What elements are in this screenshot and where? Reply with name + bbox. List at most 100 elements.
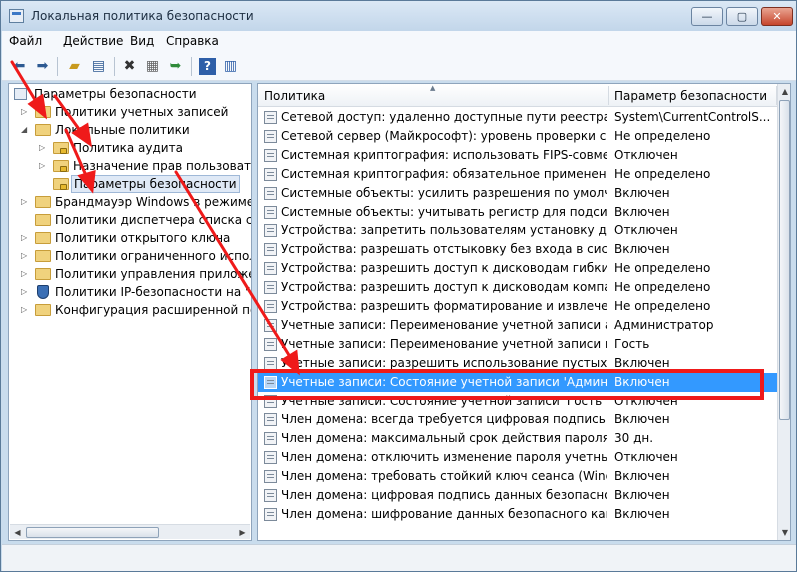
tree-item-audit-policy[interactable]: ▷ Политика аудита xyxy=(37,139,251,157)
policy-name: Системная криптография: использовать FIP… xyxy=(281,147,607,162)
policy-name: Устройства: разрешить доступ к дисковода… xyxy=(281,261,607,276)
expand-icon[interactable]: ▷ xyxy=(21,265,30,283)
minimize-button[interactable]: — xyxy=(691,7,723,26)
policy-row[interactable]: Учетные записи: Переименование учетной з… xyxy=(258,316,777,335)
scroll-down-icon[interactable]: ▼ xyxy=(778,525,790,540)
policy-name: Системные объекты: учитывать регистр для… xyxy=(281,204,607,219)
policy-row[interactable]: Член домена: максимальный срок действия … xyxy=(258,429,777,448)
policy-icon xyxy=(264,489,277,502)
policy-row[interactable]: Устройства: разрешать отстыковку без вхо… xyxy=(258,240,777,259)
tree-item-security-options[interactable]: Параметры безопасности xyxy=(53,175,251,193)
collapse-icon[interactable]: ◢ xyxy=(21,121,30,139)
tree-item-advanced-audit[interactable]: ▷ Конфигурация расширенной полити xyxy=(19,301,251,319)
policy-icon xyxy=(264,167,277,181)
title-bar[interactable]: Локальная политика безопасности — ▢ ✕ xyxy=(1,1,796,31)
scroll-thumb[interactable] xyxy=(779,100,790,420)
tree-item-software-restriction[interactable]: ▷ Политики ограниченного использо xyxy=(19,247,251,265)
expand-icon[interactable]: ▷ xyxy=(21,283,30,301)
policy-icon xyxy=(264,413,277,427)
tree-item-network-list[interactable]: Политики диспетчера списка сетей xyxy=(19,211,251,229)
policy-row[interactable]: Системные объекты: усилить разрешения по… xyxy=(258,184,777,203)
column-header: ▲ Политика Параметр безопасности xyxy=(258,84,777,107)
properties-icon[interactable]: ▦ xyxy=(144,58,161,75)
status-bar xyxy=(2,544,796,571)
policy-icon xyxy=(264,300,277,313)
tree-item-local-policies[interactable]: ◢ Локальные политики xyxy=(19,121,251,139)
policy-row[interactable]: Системные объекты: учитывать регистр для… xyxy=(258,203,777,222)
app-icon xyxy=(9,9,24,23)
expand-icon[interactable]: ▷ xyxy=(21,247,30,265)
up-folder-icon[interactable]: ▰ xyxy=(66,58,83,75)
policy-row[interactable]: Сетевой доступ: удаленно доступные пути … xyxy=(258,108,777,127)
menu-view[interactable]: Вид xyxy=(130,34,154,48)
policy-row[interactable]: Член домена: требовать стойкий ключ сеан… xyxy=(258,467,777,486)
folder-icon xyxy=(35,214,51,226)
policy-row[interactable]: Устройства: разрешить доступ к дисковода… xyxy=(258,278,777,297)
scroll-thumb[interactable] xyxy=(26,527,159,538)
column-policy[interactable]: Политика xyxy=(264,89,325,103)
tree-item-account-policies[interactable]: ▷ Политики учетных записей xyxy=(19,103,251,121)
policy-row[interactable]: Системная криптография: использовать FIP… xyxy=(258,146,777,165)
expand-icon[interactable]: ▷ xyxy=(21,193,30,211)
tree-item-label: Политики ограниченного использо xyxy=(55,249,251,263)
delete-icon[interactable]: ✖ xyxy=(121,58,138,75)
list-vertical-scrollbar[interactable]: ▲ ▼ xyxy=(777,84,790,540)
policy-row[interactable]: Член домена: всегда требуется цифровая п… xyxy=(258,410,777,429)
forward-arrow-icon[interactable]: ➡ xyxy=(34,58,51,75)
view-icon[interactable]: ▥ xyxy=(222,58,239,75)
scroll-left-icon[interactable]: ◀ xyxy=(10,525,25,540)
tree-root-label: Параметры безопасности xyxy=(34,87,197,101)
expand-icon[interactable]: ▷ xyxy=(39,139,48,157)
tree-pane[interactable]: Параметры безопасности ▷ Политики учетны… xyxy=(8,83,252,541)
policy-icon xyxy=(264,451,277,465)
help-icon[interactable]: ? xyxy=(199,58,216,75)
policy-name: Устройства: разрешать отстыковку без вхо… xyxy=(281,242,607,257)
tree-item-public-key[interactable]: ▷ Политики открытого ключа xyxy=(19,229,251,247)
expand-icon[interactable]: ▷ xyxy=(21,229,30,247)
column-divider[interactable] xyxy=(608,86,609,105)
folder-icon xyxy=(35,250,51,262)
policy-row[interactable]: Член домена: цифровая подпись данных без… xyxy=(258,486,777,505)
show-hide-tree-icon[interactable]: ▤ xyxy=(90,58,107,75)
policy-setting: Отключен xyxy=(614,223,678,238)
tree-item-user-rights[interactable]: ▷ Назначение прав пользователя xyxy=(37,157,252,175)
tree-item-label: Параметры безопасности xyxy=(71,175,240,193)
tree-item-label: Конфигурация расширенной полити xyxy=(55,303,251,317)
menu-file[interactable]: Файл xyxy=(9,34,42,48)
column-security-setting[interactable]: Параметр безопасности xyxy=(614,89,767,103)
policy-row[interactable]: Устройства: разрешить форматирование и и… xyxy=(258,297,777,316)
policy-row[interactable]: Устройства: запретить пользователям уста… xyxy=(258,221,777,240)
policy-name: Системная криптография: обязательное при… xyxy=(281,166,607,181)
expand-icon[interactable]: ▷ xyxy=(21,301,30,319)
policy-row[interactable]: Член домена: отключить изменение пароля … xyxy=(258,448,777,467)
scroll-right-icon[interactable]: ▶ xyxy=(235,525,250,540)
policy-row[interactable]: Член домена: шифрование данных безопасно… xyxy=(258,505,777,524)
shield-icon xyxy=(37,285,49,299)
tree-item-applocker[interactable]: ▷ Политики управления приложения xyxy=(19,265,251,283)
expand-icon[interactable]: ▷ xyxy=(21,103,30,121)
policy-row[interactable]: Системная криптография: обязательное при… xyxy=(258,165,777,184)
menu-action[interactable]: Действие xyxy=(63,34,123,48)
policy-icon xyxy=(264,356,277,370)
policy-row[interactable]: Сетевой сервер (Майкрософт): уровень про… xyxy=(258,127,777,146)
export-list-icon[interactable]: ➥ xyxy=(167,58,184,75)
maximize-button[interactable]: ▢ xyxy=(726,7,758,26)
policy-setting: 30 дн. xyxy=(614,431,654,446)
tree-root[interactable]: Параметры безопасности xyxy=(14,85,251,103)
tree-horizontal-scrollbar[interactable]: ◀ ▶ xyxy=(10,524,250,539)
policy-list-pane[interactable]: ▲ Политика Параметр безопасности Сетевой… xyxy=(257,83,791,541)
policy-row[interactable]: Учетные записи: Переименование учетной з… xyxy=(258,335,777,354)
policy-icon xyxy=(264,432,277,446)
lock-icon xyxy=(60,184,67,190)
menu-help[interactable]: Справка xyxy=(166,34,219,48)
tree-item-firewall[interactable]: ▷ Брандмауэр Windows в режиме пов xyxy=(19,193,251,211)
tree-item-label: Назначение прав пользователя xyxy=(73,159,252,173)
toolbar-separator xyxy=(191,57,192,76)
scroll-up-icon[interactable]: ▲ xyxy=(778,84,790,99)
expand-icon[interactable]: ▷ xyxy=(39,157,48,175)
close-button[interactable]: ✕ xyxy=(761,7,793,26)
back-arrow-icon[interactable]: ⬅ xyxy=(11,58,28,75)
policy-row[interactable]: Устройства: разрешить доступ к дисковода… xyxy=(258,259,777,278)
policy-icon xyxy=(264,186,277,200)
tree-item-ipsec[interactable]: ▷ Политики IP-безопасности на "Лока xyxy=(19,283,251,301)
